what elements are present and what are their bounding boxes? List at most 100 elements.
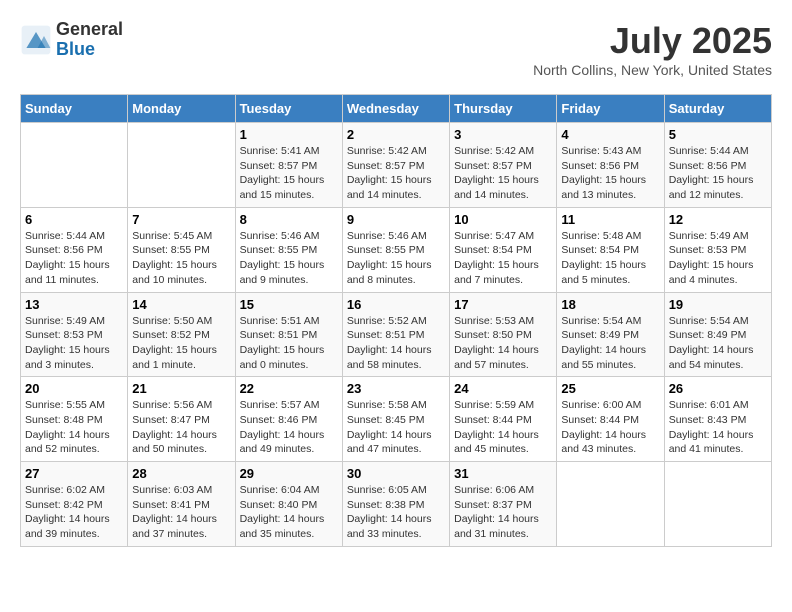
- day-info: Sunrise: 5:42 AM Sunset: 8:57 PM Dayligh…: [454, 144, 552, 203]
- header-row: SundayMondayTuesdayWednesdayThursdayFrid…: [21, 95, 772, 123]
- day-number: 25: [561, 381, 659, 396]
- calendar-cell: 30 Sunrise: 6:05 AM Sunset: 8:38 PM Dayli…: [342, 462, 449, 547]
- day-info: Sunrise: 5:47 AM Sunset: 8:54 PM Dayligh…: [454, 229, 552, 288]
- day-number: 18: [561, 297, 659, 312]
- day-info: Sunrise: 5:55 AM Sunset: 8:48 PM Dayligh…: [25, 398, 123, 457]
- calendar-cell: 31 Sunrise: 6:06 AM Sunset: 8:37 PM Dayli…: [450, 462, 557, 547]
- logo-general-text: General: [56, 20, 123, 40]
- calendar-cell: 7 Sunrise: 5:45 AM Sunset: 8:55 PM Daylig…: [128, 207, 235, 292]
- week-row-4: 20 Sunrise: 5:55 AM Sunset: 8:48 PM Dayli…: [21, 377, 772, 462]
- day-number: 15: [240, 297, 338, 312]
- day-number: 1: [240, 127, 338, 142]
- logo-icon: [20, 24, 52, 56]
- day-number: 8: [240, 212, 338, 227]
- calendar-cell: 21 Sunrise: 5:56 AM Sunset: 8:47 PM Dayli…: [128, 377, 235, 462]
- day-info: Sunrise: 5:54 AM Sunset: 8:49 PM Dayligh…: [669, 314, 767, 373]
- calendar-cell: 2Sunrise: 5:42 AM Sunset: 8:57 PM Daylig…: [342, 123, 449, 208]
- calendar-cell: 13 Sunrise: 5:49 AM Sunset: 8:53 PM Dayli…: [21, 292, 128, 377]
- day-info: Sunrise: 6:06 AM Sunset: 8:37 PM Dayligh…: [454, 483, 552, 542]
- header-cell-tuesday: Tuesday: [235, 95, 342, 123]
- day-number: 22: [240, 381, 338, 396]
- day-number: 21: [132, 381, 230, 396]
- calendar-header: SundayMondayTuesdayWednesdayThursdayFrid…: [21, 95, 772, 123]
- week-row-2: 6 Sunrise: 5:44 AM Sunset: 8:56 PM Daylig…: [21, 207, 772, 292]
- calendar-cell: 6 Sunrise: 5:44 AM Sunset: 8:56 PM Daylig…: [21, 207, 128, 292]
- day-number: 24: [454, 381, 552, 396]
- day-info: Sunrise: 6:04 AM Sunset: 8:40 PM Dayligh…: [240, 483, 338, 542]
- header-cell-wednesday: Wednesday: [342, 95, 449, 123]
- day-info: Sunrise: 5:53 AM Sunset: 8:50 PM Dayligh…: [454, 314, 552, 373]
- day-number: 27: [25, 466, 123, 481]
- calendar-cell: 5 Sunrise: 5:44 AM Sunset: 8:56 PM Daylig…: [664, 123, 771, 208]
- day-info: Sunrise: 5:43 AM Sunset: 8:56 PM Dayligh…: [561, 144, 659, 203]
- day-number: 31: [454, 466, 552, 481]
- day-number: 29: [240, 466, 338, 481]
- day-info: Sunrise: 5:42 AM Sunset: 8:57 PM Dayligh…: [347, 144, 445, 203]
- calendar-cell: 26Sunrise: 6:01 AM Sunset: 8:43 PM Dayli…: [664, 377, 771, 462]
- day-info: Sunrise: 5:52 AM Sunset: 8:51 PM Dayligh…: [347, 314, 445, 373]
- header-cell-friday: Friday: [557, 95, 664, 123]
- header-cell-sunday: Sunday: [21, 95, 128, 123]
- calendar-cell: 16 Sunrise: 5:52 AM Sunset: 8:51 PM Dayli…: [342, 292, 449, 377]
- day-number: 10: [454, 212, 552, 227]
- logo: General Blue: [20, 20, 123, 60]
- day-info: Sunrise: 6:00 AM Sunset: 8:44 PM Dayligh…: [561, 398, 659, 457]
- calendar-cell: 12Sunrise: 5:49 AM Sunset: 8:53 PM Dayli…: [664, 207, 771, 292]
- calendar-cell: 17 Sunrise: 5:53 AM Sunset: 8:50 PM Dayli…: [450, 292, 557, 377]
- day-number: 28: [132, 466, 230, 481]
- header-cell-monday: Monday: [128, 95, 235, 123]
- calendar-cell: 10 Sunrise: 5:47 AM Sunset: 8:54 PM Dayli…: [450, 207, 557, 292]
- day-number: 3: [454, 127, 552, 142]
- day-info: Sunrise: 5:51 AM Sunset: 8:51 PM Dayligh…: [240, 314, 338, 373]
- calendar-cell: 1 Sunrise: 5:41 AM Sunset: 8:57 PM Daylig…: [235, 123, 342, 208]
- month-title: July 2025: [533, 20, 772, 62]
- day-number: 6: [25, 212, 123, 227]
- calendar-cell: 11Sunrise: 5:48 AM Sunset: 8:54 PM Dayli…: [557, 207, 664, 292]
- calendar-cell: 27 Sunrise: 6:02 AM Sunset: 8:42 PM Dayli…: [21, 462, 128, 547]
- day-info: Sunrise: 6:05 AM Sunset: 8:38 PM Dayligh…: [347, 483, 445, 542]
- day-number: 20: [25, 381, 123, 396]
- calendar-cell: 29 Sunrise: 6:04 AM Sunset: 8:40 PM Dayli…: [235, 462, 342, 547]
- calendar-cell: 19Sunrise: 5:54 AM Sunset: 8:49 PM Dayli…: [664, 292, 771, 377]
- day-number: 16: [347, 297, 445, 312]
- calendar-cell: 23 Sunrise: 5:58 AM Sunset: 8:45 PM Dayli…: [342, 377, 449, 462]
- day-info: Sunrise: 5:44 AM Sunset: 8:56 PM Dayligh…: [669, 144, 767, 203]
- day-info: Sunrise: 5:49 AM Sunset: 8:53 PM Dayligh…: [25, 314, 123, 373]
- calendar-cell: 22Sunrise: 5:57 AM Sunset: 8:46 PM Dayli…: [235, 377, 342, 462]
- title-block: July 2025 North Collins, New York, Unite…: [533, 20, 772, 78]
- day-number: 5: [669, 127, 767, 142]
- day-info: Sunrise: 5:46 AM Sunset: 8:55 PM Dayligh…: [347, 229, 445, 288]
- calendar-cell: 15 Sunrise: 5:51 AM Sunset: 8:51 PM Dayli…: [235, 292, 342, 377]
- calendar-cell: [128, 123, 235, 208]
- day-info: Sunrise: 5:44 AM Sunset: 8:56 PM Dayligh…: [25, 229, 123, 288]
- day-number: 7: [132, 212, 230, 227]
- week-row-1: 1 Sunrise: 5:41 AM Sunset: 8:57 PM Daylig…: [21, 123, 772, 208]
- calendar-cell: 20 Sunrise: 5:55 AM Sunset: 8:48 PM Dayli…: [21, 377, 128, 462]
- day-info: Sunrise: 5:54 AM Sunset: 8:49 PM Dayligh…: [561, 314, 659, 373]
- day-info: Sunrise: 5:45 AM Sunset: 8:55 PM Dayligh…: [132, 229, 230, 288]
- calendar-cell: 3 Sunrise: 5:42 AM Sunset: 8:57 PM Daylig…: [450, 123, 557, 208]
- day-info: Sunrise: 5:50 AM Sunset: 8:52 PM Dayligh…: [132, 314, 230, 373]
- day-number: 4: [561, 127, 659, 142]
- day-number: 17: [454, 297, 552, 312]
- day-info: Sunrise: 6:02 AM Sunset: 8:42 PM Dayligh…: [25, 483, 123, 542]
- day-number: 13: [25, 297, 123, 312]
- day-info: Sunrise: 5:46 AM Sunset: 8:55 PM Dayligh…: [240, 229, 338, 288]
- day-info: Sunrise: 6:03 AM Sunset: 8:41 PM Dayligh…: [132, 483, 230, 542]
- day-number: 11: [561, 212, 659, 227]
- day-info: Sunrise: 5:56 AM Sunset: 8:47 PM Dayligh…: [132, 398, 230, 457]
- calendar-table: SundayMondayTuesdayWednesdayThursdayFrid…: [20, 94, 772, 547]
- day-info: Sunrise: 6:01 AM Sunset: 8:43 PM Dayligh…: [669, 398, 767, 457]
- header-cell-thursday: Thursday: [450, 95, 557, 123]
- day-info: Sunrise: 5:59 AM Sunset: 8:44 PM Dayligh…: [454, 398, 552, 457]
- day-number: 30: [347, 466, 445, 481]
- calendar-cell: 14Sunrise: 5:50 AM Sunset: 8:52 PM Dayli…: [128, 292, 235, 377]
- day-info: Sunrise: 5:41 AM Sunset: 8:57 PM Dayligh…: [240, 144, 338, 203]
- day-number: 23: [347, 381, 445, 396]
- day-number: 9: [347, 212, 445, 227]
- calendar-cell: [21, 123, 128, 208]
- week-row-5: 27 Sunrise: 6:02 AM Sunset: 8:42 PM Dayli…: [21, 462, 772, 547]
- day-info: Sunrise: 5:49 AM Sunset: 8:53 PM Dayligh…: [669, 229, 767, 288]
- day-info: Sunrise: 5:58 AM Sunset: 8:45 PM Dayligh…: [347, 398, 445, 457]
- header-cell-saturday: Saturday: [664, 95, 771, 123]
